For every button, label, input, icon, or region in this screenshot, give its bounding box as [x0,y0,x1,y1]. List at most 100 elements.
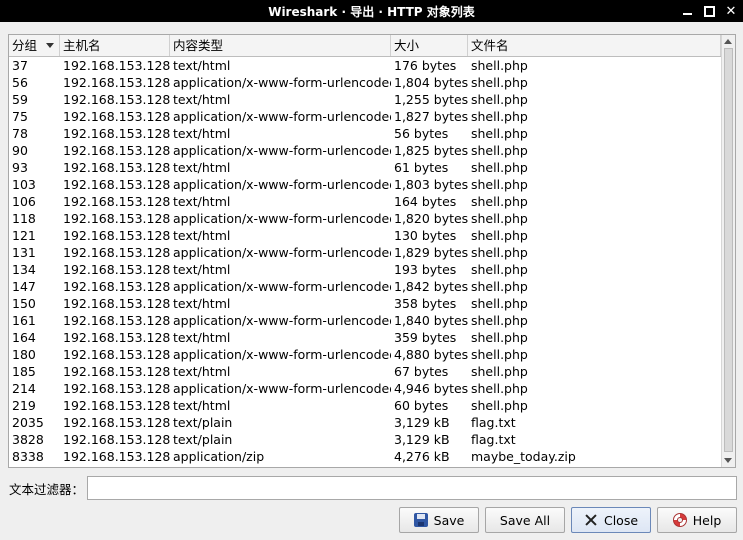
table-row[interactable]: 93 192.168.153.128 text/html 61 bytes shell.… [9,159,721,176]
http-objects-table[interactable]: 分组 主机名 内容类型 大小 文件名 37 192.168.153.128 text… [8,34,736,468]
cell-content-type: application/x-www-form-urlencoded [173,245,391,260]
cell-content-type: text/html [173,194,231,209]
table-row[interactable]: 161 192.168.153.128 application/x-www-form… [9,312,721,329]
table-row[interactable]: 147 192.168.153.128 application/x-www-form… [9,278,721,295]
cell-size: 4,880 bytes [394,347,468,362]
help-button[interactable]: Help [657,507,737,533]
cell-size: 67 bytes [394,364,449,379]
cell-size: 1,827 bytes [394,109,468,124]
cell-hostname: 192.168.153.128 [63,381,170,396]
cell-filename: shell.php [471,143,528,158]
cell-hostname: 192.168.153.128 [63,432,170,447]
table-row[interactable]: 214 192.168.153.128 application/x-www-form… [9,380,721,397]
cell-packet: 93 [12,160,28,175]
table-row[interactable]: 37 192.168.153.128 text/html 176 bytes shell… [9,57,721,74]
table-row[interactable]: 8338 192.168.153.128 application/zip 4,276 … [9,448,721,465]
close-window-icon[interactable]: ✕ [725,4,737,19]
table-row[interactable]: 180 192.168.153.128 application/x-www-form… [9,346,721,363]
cell-packet: 75 [12,109,28,124]
scrollbar-thumb[interactable] [724,48,733,452]
cell-content-type: text/html [173,262,231,277]
cell-size: 1,804 bytes [394,75,468,90]
cell-filename: shell.php [471,58,528,73]
table-row[interactable]: 75 192.168.153.128 application/x-www-form-… [9,108,721,125]
cell-filename: shell.php [471,347,528,362]
table-row[interactable]: 150 192.168.153.128 text/html 358 bytes shel… [9,295,721,312]
column-header-hostname[interactable]: 主机名 [60,35,170,56]
cell-packet: 3828 [12,432,44,447]
minimize-icon[interactable] [681,5,693,17]
table-row[interactable]: 134 192.168.153.128 text/html 193 bytes shel… [9,261,721,278]
column-header-filename[interactable]: 文件名 [468,35,721,56]
table-row[interactable]: 2035 192.168.153.128 text/plain 3,129 kB fla… [9,414,721,431]
table-row[interactable]: 164 192.168.153.128 text/html 359 bytes shel… [9,329,721,346]
table-row[interactable]: 131 192.168.153.128 application/x-www-form… [9,244,721,261]
cell-packet: 185 [12,364,36,379]
save-button[interactable]: Save [399,507,479,533]
cell-size: 193 bytes [394,262,457,277]
cell-filename: shell.php [471,330,528,345]
scroll-up-icon[interactable] [724,39,732,44]
cell-filename: shell.php [471,296,528,311]
column-header-packet[interactable]: 分组 [9,35,60,56]
cell-packet: 90 [12,143,28,158]
cell-packet: 8338 [12,449,44,464]
cell-filename: shell.php [471,109,528,124]
column-header-content-type[interactable]: 内容类型 [170,35,391,56]
cell-filename: maybe_today.zip [471,449,576,464]
cell-hostname: 192.168.153.128 [63,313,170,328]
cell-hostname: 192.168.153.128 [63,449,170,464]
cell-size: 3,129 kB [394,432,450,447]
cell-packet: 59 [12,92,28,107]
scroll-down-icon[interactable] [724,458,732,463]
cell-packet: 106 [12,194,36,209]
table-row[interactable]: 103 192.168.153.128 application/x-www-form… [9,176,721,193]
cell-hostname: 192.168.153.128 [63,75,170,90]
cell-hostname: 192.168.153.128 [63,364,170,379]
cell-packet: 56 [12,75,28,90]
table-row[interactable]: 59 192.168.153.128 text/html 1,255 bytes she… [9,91,721,108]
cell-content-type: text/html [173,92,231,107]
cell-filename: shell.php [471,126,528,141]
save-all-button[interactable]: Save All [485,507,565,533]
cell-packet: 134 [12,262,36,277]
maximize-icon[interactable] [703,5,715,17]
close-button[interactable]: Close [571,507,651,533]
cell-hostname: 192.168.153.128 [63,177,170,192]
cell-filename: shell.php [471,262,528,277]
table-row[interactable]: 56 192.168.153.128 application/x-www-form-… [9,74,721,91]
table-row[interactable]: 185 192.168.153.128 text/html 67 bytes shell… [9,363,721,380]
cell-hostname: 192.168.153.128 [63,245,170,260]
cell-size: 130 bytes [394,228,457,243]
column-header-size[interactable]: 大小 [391,35,468,56]
vertical-scrollbar[interactable] [721,35,735,467]
cell-hostname: 192.168.153.128 [63,279,170,294]
window-title: Wireshark · 导出 · HTTP 对象列表 [268,4,475,19]
table-row[interactable]: 90 192.168.153.128 application/x-www-form-… [9,142,721,159]
cell-filename: shell.php [471,245,528,260]
cell-content-type: text/html [173,398,231,413]
table-row[interactable]: 121 192.168.153.128 text/html 130 bytes shel… [9,227,721,244]
table-row[interactable]: 106 192.168.153.128 text/html 164 bytes shel… [9,193,721,210]
cell-filename: shell.php [471,75,528,90]
cell-content-type: text/html [173,330,231,345]
cell-packet: 37 [12,58,28,73]
cell-packet: 78 [12,126,28,141]
table-header: 分组 主机名 内容类型 大小 文件名 [9,35,721,57]
cell-size: 358 bytes [394,296,457,311]
text-filter-input[interactable] [87,476,737,500]
cell-hostname: 192.168.153.128 [63,160,170,175]
table-row[interactable]: 3828 192.168.153.128 text/plain 3,129 kB fla… [9,431,721,448]
cell-size: 60 bytes [394,398,449,413]
cell-size: 56 bytes [394,126,449,141]
table-row[interactable]: 219 192.168.153.128 text/html 60 bytes shell… [9,397,721,414]
cell-packet: 147 [12,279,36,294]
cell-hostname: 192.168.153.128 [63,92,170,107]
cell-content-type: text/html [173,126,231,141]
cell-filename: flag.txt [471,415,516,430]
cell-content-type: application/x-www-form-urlencoded [173,279,391,294]
table-row[interactable]: 118 192.168.153.128 application/x-www-form… [9,210,721,227]
title-bar: Wireshark · 导出 · HTTP 对象列表 ✕ [0,0,743,22]
cell-filename: shell.php [471,364,528,379]
table-row[interactable]: 78 192.168.153.128 text/html 56 bytes shell.… [9,125,721,142]
